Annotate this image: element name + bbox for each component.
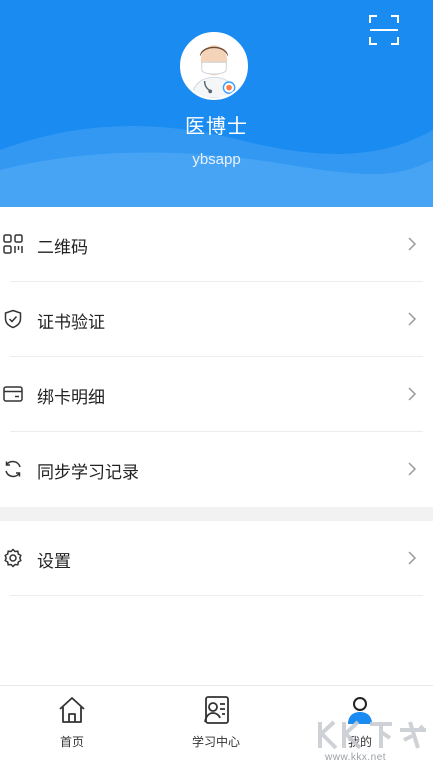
qr-code-icon <box>3 234 23 254</box>
menu-item-card-details[interactable]: 绑卡明细 <box>0 357 433 432</box>
menu-item-settings[interactable]: 设置 <box>0 521 433 596</box>
profile-header: 医博士 ybsapp <box>0 0 433 207</box>
menu-item-sync-records[interactable]: 同步学习记录 <box>0 432 433 507</box>
section-gap <box>0 507 433 521</box>
menu-item-label: 设置 <box>37 552 71 572</box>
divider <box>10 595 423 596</box>
menu-item-certificate-verify[interactable]: 证书验证 <box>0 282 433 357</box>
tab-label: 学习中心 <box>191 735 240 749</box>
profile-page: 医博士 ybsapp 二维码 证书验证 绑卡明细 同步学习记录 设置 首页 学习… <box>0 0 433 769</box>
home-icon <box>59 697 85 723</box>
gear-icon <box>4 548 22 568</box>
chevron-right-icon <box>408 237 417 251</box>
chevron-right-icon <box>408 312 417 326</box>
card-icon <box>3 386 23 402</box>
chevron-right-icon <box>408 387 417 401</box>
menu-item-label: 绑卡明细 <box>37 388 105 408</box>
chevron-right-icon <box>408 462 417 476</box>
doctor-avatar-icon <box>182 34 246 98</box>
sync-icon <box>5 460 21 478</box>
scan-button[interactable] <box>366 12 402 48</box>
avatar[interactable] <box>180 32 248 100</box>
profile-name: 医博士 <box>185 114 248 138</box>
scan-icon <box>369 15 399 45</box>
study-center-icon <box>204 696 229 724</box>
tab-home[interactable]: 首页 <box>0 686 144 769</box>
menu-item-label: 同步学习记录 <box>37 463 139 483</box>
menu-list: 二维码 证书验证 绑卡明细 同步学习记录 设置 <box>0 207 433 596</box>
tab-label: 首页 <box>59 735 84 749</box>
chevron-right-icon <box>408 551 417 565</box>
tab-study-center[interactable]: 学习中心 <box>144 686 288 769</box>
menu-item-label: 二维码 <box>37 238 88 258</box>
profile-account: ybsapp <box>192 151 241 168</box>
shield-check-icon <box>4 309 22 329</box>
watermark-url: www.kkx.net <box>325 752 387 763</box>
menu-item-qr-code[interactable]: 二维码 <box>0 207 433 282</box>
menu-item-label: 证书验证 <box>37 313 105 333</box>
